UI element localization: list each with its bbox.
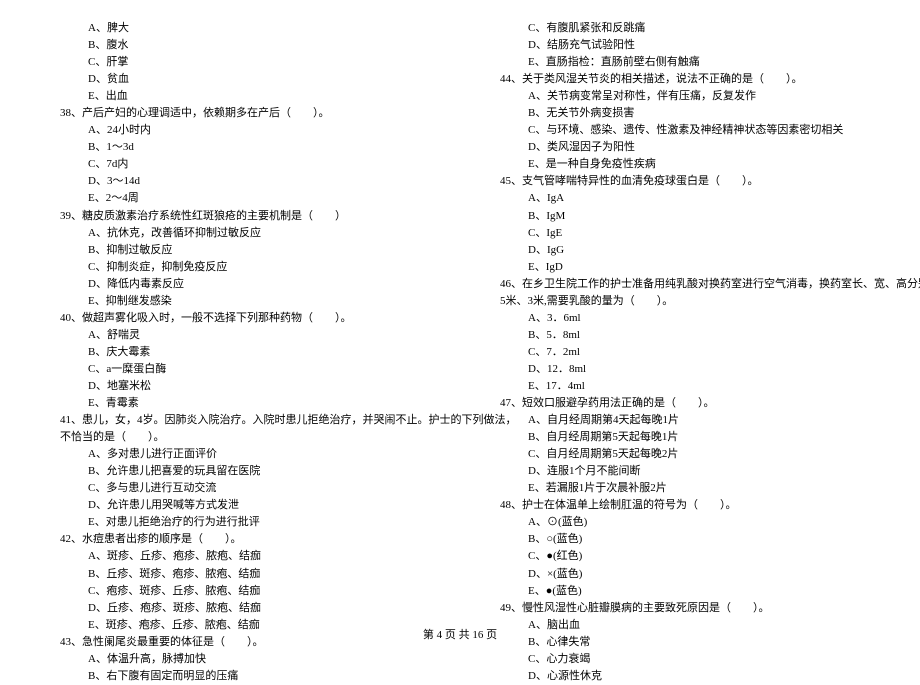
option-line: D、结肠充气试验阳性: [480, 37, 880, 54]
question-line: 45、支气管哮喘特异性的血清免疫球蛋白是（ ）。: [480, 173, 880, 190]
option-line: E、17．4ml: [480, 378, 880, 395]
option-line: A、24小时内: [40, 122, 440, 139]
option-line: B、腹水: [40, 37, 440, 54]
option-line: A、3．6ml: [480, 310, 880, 327]
option-line: A、体温升高，脉搏加快: [40, 651, 440, 668]
option-line: C、多与患儿进行互动交流: [40, 480, 440, 497]
option-line: B、丘疹、斑疹、疱疹、脓疱、结痂: [40, 566, 440, 583]
option-line: B、1～3d: [40, 139, 440, 156]
question-line: 不恰当的是（ ）。: [40, 429, 440, 446]
option-line: C、7．2ml: [480, 344, 880, 361]
option-line: C、抑制炎症，抑制免疫反应: [40, 259, 440, 276]
option-line: A、脾大: [40, 20, 440, 37]
question-line: 49、慢性风湿性心脏瓣膜病的主要致死原因是（ ）。: [480, 600, 880, 617]
option-line: B、○(蓝色): [480, 531, 880, 548]
option-line: D、IgG: [480, 242, 880, 259]
option-line: B、庆大霉素: [40, 344, 440, 361]
option-line: E、是一种自身免疫性疾病: [480, 156, 880, 173]
option-line: D、类风湿因子为阳性: [480, 139, 880, 156]
option-line: C、a一糜蛋白酶: [40, 361, 440, 378]
option-line: E、●(蓝色): [480, 583, 880, 600]
option-line: E、IgD: [480, 259, 880, 276]
option-line: E、若漏服1片于次晨补服2片: [480, 480, 880, 497]
question-line: 39、糖皮质激素治疗系统性红斑狼疮的主要机制是（ ）: [40, 208, 440, 225]
option-line: E、2～4周: [40, 190, 440, 207]
question-line: 47、短效口服避孕药用法正确的是（ ）。: [480, 395, 880, 412]
option-line: B、自月经周期第5天起每晚1片: [480, 429, 880, 446]
option-line: C、有腹肌紧张和反跳痛: [480, 20, 880, 37]
option-line: D、3～14d: [40, 173, 440, 190]
option-line: A、关节病变常呈对称性，伴有压痛，反复发作: [480, 88, 880, 105]
option-line: D、连服1个月不能间断: [480, 463, 880, 480]
page-content: A、脾大B、腹水C、肝掌D、贫血E、出血38、产后产妇的心理调适中，依赖期多在产…: [0, 0, 920, 600]
page-footer: 第 4 页 共 16 页: [0, 626, 920, 642]
option-line: B、5．8ml: [480, 327, 880, 344]
option-line: A、斑疹、丘疹、疱疹、脓疱、结痂: [40, 548, 440, 565]
option-line: C、心力衰竭: [480, 651, 880, 668]
option-line: D、12．8ml: [480, 361, 880, 378]
option-line: A、多对患儿进行正面评价: [40, 446, 440, 463]
option-line: E、对患儿拒绝治疗的行为进行批评: [40, 514, 440, 531]
question-line: 40、做超声雾化吸入时，一般不选择下列那种药物（ ）。: [40, 310, 440, 327]
option-line: A、IgA: [480, 190, 880, 207]
option-line: C、疱疹、斑疹、丘疹、脓疱、结痂: [40, 583, 440, 600]
option-line: C、IgE: [480, 225, 880, 242]
option-line: B、无关节外病变损害: [480, 105, 880, 122]
option-line: E、青霉素: [40, 395, 440, 412]
question-line: 41、患儿，女，4岁。因肺炎入院治疗。入院时患儿拒绝治疗，并哭闹不止。护士的下列…: [40, 412, 440, 429]
question-line: 42、水痘患者出疹的顺序是（ ）。: [40, 531, 440, 548]
option-line: A、自月经周期第4天起每晚1片: [480, 412, 880, 429]
left-column: A、脾大B、腹水C、肝掌D、贫血E、出血38、产后产妇的心理调适中，依赖期多在产…: [40, 20, 460, 600]
option-line: B、IgM: [480, 208, 880, 225]
question-line: 38、产后产妇的心理调适中，依赖期多在产后（ ）。: [40, 105, 440, 122]
option-line: C、与环境、感染、遗传、性激素及神经精神状态等因素密切相关: [480, 122, 880, 139]
option-line: D、贫血: [40, 71, 440, 88]
option-line: D、×(蓝色): [480, 566, 880, 583]
option-line: E、抑制继发感染: [40, 293, 440, 310]
option-line: D、地塞米松: [40, 378, 440, 395]
question-line: 48、护士在体温单上绘制肛温的符号为（ ）。: [480, 497, 880, 514]
right-column: C、有腹肌紧张和反跳痛D、结肠充气试验阳性E、直肠指检：直肠前壁右侧有触痛44、…: [460, 20, 880, 600]
option-line: C、7d内: [40, 156, 440, 173]
option-line: B、右下腹有固定而明显的压痛: [40, 668, 440, 685]
question-line: 44、关于类风湿关节炎的相关描述，说法不正确的是（ ）。: [480, 71, 880, 88]
option-line: C、肝掌: [40, 54, 440, 71]
option-line: A、⊙(蓝色): [480, 514, 880, 531]
option-line: E、出血: [40, 88, 440, 105]
option-line: A、抗休克，改善循环抑制过敏反应: [40, 225, 440, 242]
option-line: B、抑制过敏反应: [40, 242, 440, 259]
option-line: D、降低内毒素反应: [40, 276, 440, 293]
question-line: 46、在乡卫生院工作的护士准备用纯乳酸对换药室进行空气消毒，换药室长、宽、高分别…: [480, 276, 880, 293]
option-line: D、心源性休克: [480, 668, 880, 685]
option-line: C、●(红色): [480, 548, 880, 565]
option-line: D、允许患儿用哭喊等方式发泄: [40, 497, 440, 514]
option-line: B、允许患儿把喜爱的玩具留在医院: [40, 463, 440, 480]
question-line: 5米、3米,需要乳酸的量为（ ）。: [480, 293, 880, 310]
option-line: A、舒喘灵: [40, 327, 440, 344]
option-line: D、丘疹、疱疹、斑疹、脓疱、结痂: [40, 600, 440, 617]
option-line: E、直肠指检：直肠前壁右侧有触痛: [480, 54, 880, 71]
option-line: C、自月经周期第5天起每晚2片: [480, 446, 880, 463]
